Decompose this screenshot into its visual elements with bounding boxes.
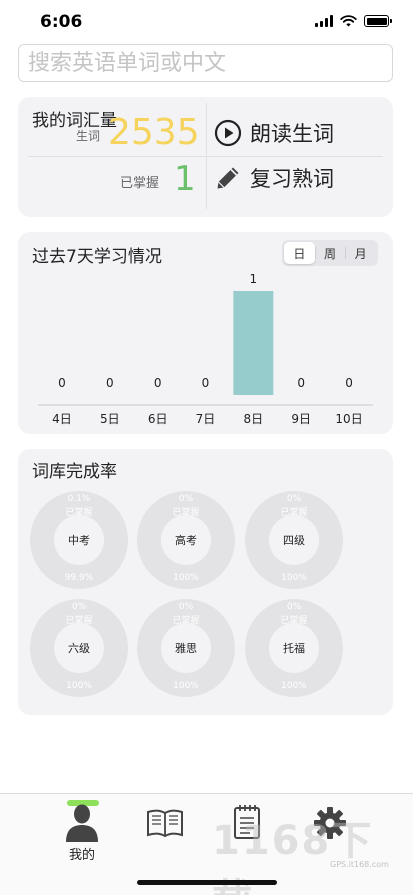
watermark-url: GPS.it168.com bbox=[330, 860, 389, 869]
mastered-percent: 0.1% bbox=[67, 494, 91, 504]
read-new-words-button[interactable]: 朗读生词 bbox=[214, 118, 334, 148]
status-icons bbox=[315, 15, 392, 27]
remaining-percent: 100% bbox=[66, 681, 92, 691]
bar-value-label: 1 bbox=[250, 272, 258, 286]
wordbank-name: 雅思 bbox=[175, 642, 197, 655]
mastered-count: 1 bbox=[174, 159, 196, 199]
remaining-percent: 100% bbox=[281, 681, 307, 691]
donut-toefl[interactable]: 0% 已掌握 托福 100% bbox=[245, 599, 343, 697]
status-bar: 6:06 bbox=[0, 0, 413, 44]
wifi-icon bbox=[340, 15, 357, 27]
remaining-percent: 99.9% bbox=[64, 573, 94, 583]
wordbank-name: 高考 bbox=[175, 534, 197, 547]
wordbank-name: 四级 bbox=[283, 534, 305, 547]
donut-zhongkao[interactable]: 0.1% 已掌握 中考 99.9% bbox=[30, 491, 128, 589]
donut-center: 六级 bbox=[54, 623, 104, 673]
mastered-percent: 0% bbox=[71, 602, 87, 612]
wordbook-icon bbox=[147, 809, 183, 838]
review-mastered-label: 复习熟词 bbox=[250, 167, 334, 191]
bar-value-label: 0 bbox=[106, 376, 114, 390]
remaining-percent: 100% bbox=[173, 573, 199, 583]
vocab-title: 我的词汇量 bbox=[32, 111, 117, 131]
tab-wordbook[interactable] bbox=[135, 794, 195, 866]
home-indicator[interactable] bbox=[137, 880, 277, 885]
battery-icon bbox=[364, 15, 392, 27]
bar-value-label: 0 bbox=[58, 376, 66, 390]
remaining-percent: 100% bbox=[281, 573, 307, 583]
x-tick-label: 6日 bbox=[148, 412, 168, 426]
vocab-card: 我的词汇量 生词 2535 已掌握 1 朗读生词 复习熟词 bbox=[18, 97, 393, 217]
completion-title: 词库完成率 bbox=[32, 462, 117, 482]
donut-gaokao[interactable]: 0% 已掌握 高考 100% bbox=[137, 491, 235, 589]
donut-ielts[interactable]: 0% 已掌握 雅思 100% bbox=[137, 599, 235, 697]
divider bbox=[206, 103, 207, 209]
search-input[interactable] bbox=[28, 50, 383, 76]
tab-me[interactable]: 我的 bbox=[52, 794, 112, 866]
wordbank-name: 六级 bbox=[68, 642, 90, 655]
donut-center: 雅思 bbox=[161, 623, 211, 673]
study-bar-chart: 0 4日 0 5日 0 6日 0 7日 1 8日 0 9日 0 10日 bbox=[38, 272, 373, 426]
x-tick-label: 8日 bbox=[244, 412, 264, 426]
donut-cet6[interactable]: 0% 已掌握 六级 100% bbox=[30, 599, 128, 697]
bar-value-label: 0 bbox=[297, 376, 305, 390]
status-time: 6:06 bbox=[40, 12, 83, 32]
donut-center: 中考 bbox=[54, 515, 104, 565]
review-mastered-button[interactable]: 复习熟词 bbox=[214, 163, 334, 193]
pencil-icon bbox=[217, 167, 239, 189]
donut-center: 高考 bbox=[161, 515, 211, 565]
search-box bbox=[18, 44, 393, 82]
mastered-percent: 0% bbox=[178, 494, 194, 504]
donut-center: 四级 bbox=[269, 515, 319, 565]
bar-value-label: 0 bbox=[202, 376, 210, 390]
mastered-percent: 0% bbox=[286, 602, 302, 612]
new-words-count: 2535 bbox=[108, 112, 200, 153]
x-tick-label: 7日 bbox=[196, 412, 216, 426]
signal-icon bbox=[315, 15, 333, 27]
bar-value-label: 0 bbox=[345, 376, 353, 390]
chart-bar bbox=[233, 291, 274, 395]
completion-card: 词库完成率 0.1% 已掌握 中考 99.9% 0% 已掌握 高考 100% 0… bbox=[18, 449, 393, 715]
read-new-words-label: 朗读生词 bbox=[250, 122, 334, 146]
donut-center: 托福 bbox=[269, 623, 319, 673]
x-tick-label: 10日 bbox=[335, 412, 362, 426]
remaining-percent: 100% bbox=[173, 681, 199, 691]
x-tick-label: 5日 bbox=[100, 412, 120, 426]
wordbank-name: 中考 bbox=[68, 534, 90, 547]
donut-cet4[interactable]: 0% 已掌握 四级 100% bbox=[245, 491, 343, 589]
mastered-percent: 0% bbox=[286, 494, 302, 504]
x-tick-label: 4日 bbox=[52, 412, 72, 426]
study-trend-card: 过去7天学习情况 日 周 月 0 4日 0 5日 0 6日 0 7日 1 8日 0 9日 0 10日 bbox=[18, 232, 393, 434]
mastered-percent: 0% bbox=[178, 602, 194, 612]
mastered-label: 已掌握 bbox=[120, 176, 160, 191]
bar-value-label: 0 bbox=[154, 376, 162, 390]
person-icon bbox=[66, 804, 98, 842]
tab-label: 我的 bbox=[68, 848, 95, 863]
play-circle-icon bbox=[214, 119, 242, 147]
new-words-label: 生词 bbox=[76, 129, 101, 143]
wordbank-name: 托福 bbox=[283, 642, 305, 655]
x-tick-label: 9日 bbox=[291, 412, 311, 426]
